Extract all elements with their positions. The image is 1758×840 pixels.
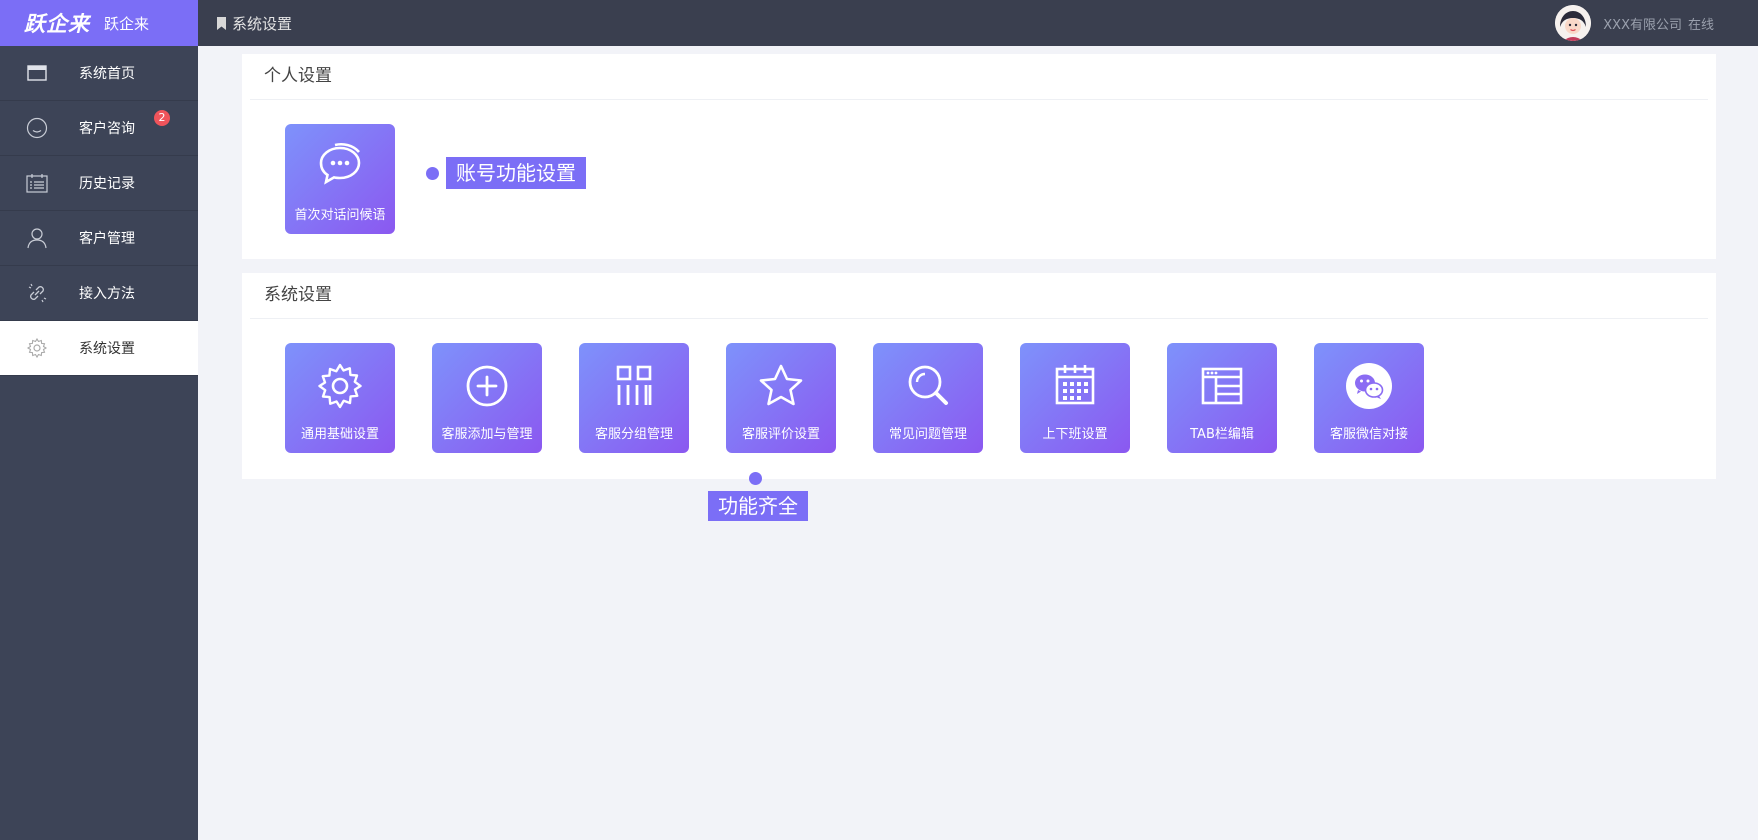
tile-label: TAB栏编辑	[1190, 427, 1254, 442]
tile-label: 客服分组管理	[594, 427, 673, 442]
tile-general-settings[interactable]: 通用基础设置	[285, 343, 395, 453]
sidebar-item-home[interactable]: 系统首页	[0, 46, 198, 101]
tile-label: 客服评价设置	[741, 427, 820, 442]
calendar-list-icon	[25, 171, 49, 195]
tile-tab-editor[interactable]: TAB栏编辑	[1167, 343, 1277, 453]
user-info[interactable]: XXX有限公司 在线	[1555, 0, 1714, 46]
callout-features: 功能齐全	[708, 491, 808, 521]
wechat-icon	[1346, 363, 1392, 409]
gear-icon	[318, 363, 362, 409]
callout-account: 账号功能设置	[446, 157, 586, 189]
sidebar-item-label: 客户管理	[79, 231, 135, 247]
tile-label: 客服添加与管理	[441, 427, 533, 442]
sidebar-item-label: 客户咨询	[79, 121, 135, 137]
sidebar-item-label: 历史记录	[79, 176, 135, 192]
tile-label: 通用基础设置	[300, 427, 379, 442]
sidebar: 系统首页 客户咨询 2 历史记录 客户管理 接入方法 系统设置	[0, 46, 198, 840]
breadcrumb: 系统设置	[216, 13, 292, 34]
tile-label: 客服微信对接	[1329, 427, 1408, 442]
personal-settings-title: 个人设置	[250, 54, 1708, 100]
callout-dot	[749, 472, 762, 485]
tile-agent-groups[interactable]: 客服分组管理	[579, 343, 689, 453]
sidebar-item-settings[interactable]: 系统设置	[0, 321, 198, 376]
group-grid-icon	[616, 365, 652, 405]
sidebar-item-history[interactable]: 历史记录	[0, 156, 198, 211]
user-icon	[25, 226, 49, 250]
sidebar-item-access[interactable]: 接入方法	[0, 266, 198, 321]
search-icon	[908, 365, 948, 405]
sidebar-item-label: 系统设置	[79, 341, 135, 357]
gear-icon	[25, 336, 49, 360]
breadcrumb-label: 系统设置	[232, 14, 293, 33]
unread-badge: 2	[154, 110, 170, 126]
bookmark-icon	[217, 16, 226, 30]
tile-wechat-integration[interactable]: 客服微信对接	[1314, 343, 1424, 453]
system-settings-title: 系统设置	[250, 273, 1708, 319]
tile-agent-rating[interactable]: 客服评价设置	[726, 343, 836, 453]
tile-agent-management[interactable]: 客服添加与管理	[432, 343, 542, 453]
link-icon	[25, 281, 49, 305]
star-icon	[759, 364, 803, 406]
system-settings-panel: 系统设置 通用基础设置 客服添加与管理 客服分组管理 客服评价设置 常见问题管理…	[242, 273, 1716, 479]
chat-bubble-icon	[319, 142, 361, 185]
tile-work-schedule[interactable]: 上下班设置	[1020, 343, 1130, 453]
logo: 跃企来 跃企来	[0, 0, 198, 46]
logo-name: 跃企来	[104, 14, 150, 33]
sidebar-item-label: 接入方法	[79, 286, 135, 302]
sidebar-item-consult[interactable]: 客户咨询 2	[0, 101, 198, 156]
sidebar-item-label: 系统首页	[79, 66, 135, 82]
tile-faq-management[interactable]: 常见问题管理	[873, 343, 983, 453]
plus-circle-icon	[466, 365, 508, 407]
browser-window-icon	[1201, 367, 1243, 405]
smile-icon	[25, 116, 49, 140]
callout-dot	[426, 167, 439, 180]
window-icon	[25, 61, 49, 85]
tile-label: 上下班设置	[1042, 427, 1108, 442]
company-name: XXX有限公司	[1603, 17, 1682, 33]
logo-brand: 跃企来	[24, 12, 90, 36]
tile-label: 首次对话问候语	[294, 208, 386, 223]
avatar[interactable]	[1555, 5, 1592, 41]
calendar-icon	[1055, 365, 1095, 405]
sidebar-item-customers[interactable]: 客户管理	[0, 211, 198, 266]
tile-label: 常见问题管理	[888, 427, 967, 442]
online-status: 在线	[1687, 17, 1714, 33]
tile-greeting[interactable]: 首次对话问候语	[285, 124, 395, 234]
top-bar: 系统设置 XXX有限公司 在线	[198, 0, 1758, 46]
